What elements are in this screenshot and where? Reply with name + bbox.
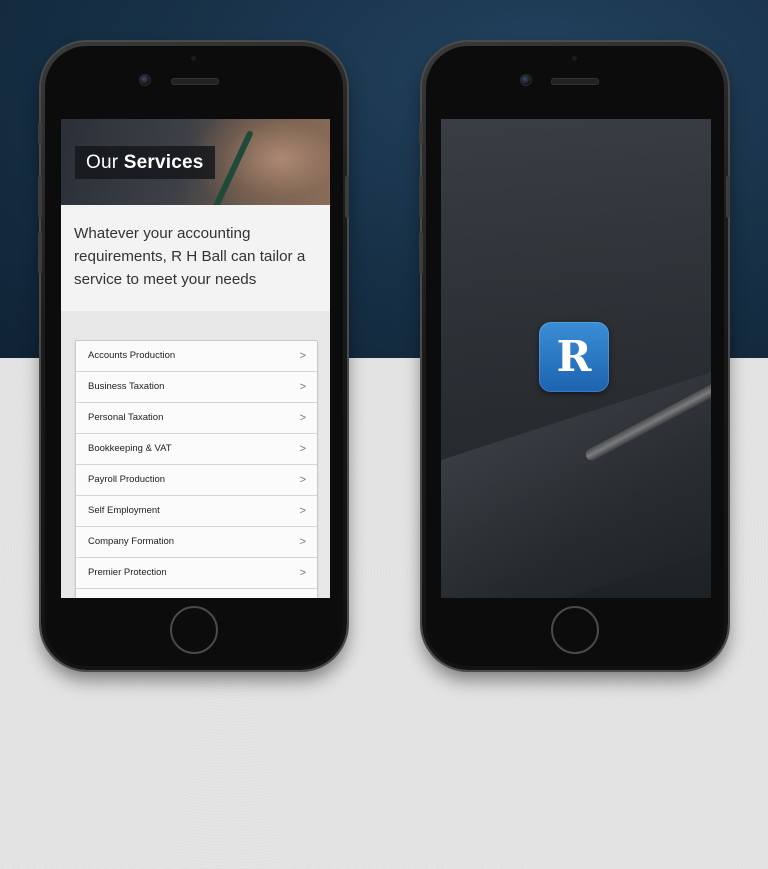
power-button xyxy=(726,176,730,218)
notebook-background-image xyxy=(441,367,711,598)
services-screen: Our Services Whatever your accounting re… xyxy=(61,119,330,598)
chevron-right-icon: > xyxy=(299,412,306,424)
service-item-business-taxation[interactable]: Business Taxation > xyxy=(76,372,317,403)
chevron-right-icon: > xyxy=(299,443,306,455)
front-camera xyxy=(520,74,532,86)
intro-section: Whatever your accounting requirements, R… xyxy=(61,205,330,312)
volume-up-button xyxy=(38,176,42,218)
page-title: Our Services xyxy=(75,146,215,179)
list-item[interactable] xyxy=(76,589,317,598)
service-item-payroll-production[interactable]: Payroll Production > xyxy=(76,465,317,496)
service-item-accounts-production[interactable]: Accounts Production > xyxy=(76,341,317,372)
app-logo-icon: R xyxy=(539,322,609,392)
chevron-right-icon: > xyxy=(299,350,306,362)
earpiece-speaker xyxy=(171,78,219,85)
volume-down-button xyxy=(419,232,423,274)
power-button xyxy=(345,176,349,218)
proximity-sensor xyxy=(572,56,577,61)
intro-text: Whatever your accounting requirements, R… xyxy=(74,225,306,288)
home-button[interactable] xyxy=(170,606,218,654)
front-camera xyxy=(139,74,151,86)
service-item-bookkeeping-vat[interactable]: Bookkeeping & VAT > xyxy=(76,434,317,465)
volume-up-button xyxy=(419,176,423,218)
volume-down-button xyxy=(38,232,42,274)
service-item-self-employment[interactable]: Self Employment > xyxy=(76,496,317,527)
chevron-right-icon: > xyxy=(299,381,306,393)
chevron-right-icon: > xyxy=(299,536,306,548)
mute-switch xyxy=(38,122,42,144)
service-item-premier-protection[interactable]: Premier Protection > xyxy=(76,558,317,589)
proximity-sensor xyxy=(191,56,196,61)
hero-banner: Our Services xyxy=(61,119,330,219)
services-list: Accounts Production > Business Taxation … xyxy=(75,340,318,598)
services-list-area: Accounts Production > Business Taxation … xyxy=(61,311,330,598)
chevron-right-icon: > xyxy=(299,567,306,579)
earpiece-speaker xyxy=(551,78,599,85)
mute-switch xyxy=(419,122,423,144)
service-item-company-formation[interactable]: Company Formation > xyxy=(76,527,317,558)
chevron-right-icon: > xyxy=(299,474,306,486)
splash-screen: R xyxy=(441,119,711,598)
service-item-personal-taxation[interactable]: Personal Taxation > xyxy=(76,403,317,434)
chevron-right-icon: > xyxy=(299,505,306,517)
home-button[interactable] xyxy=(551,606,599,654)
